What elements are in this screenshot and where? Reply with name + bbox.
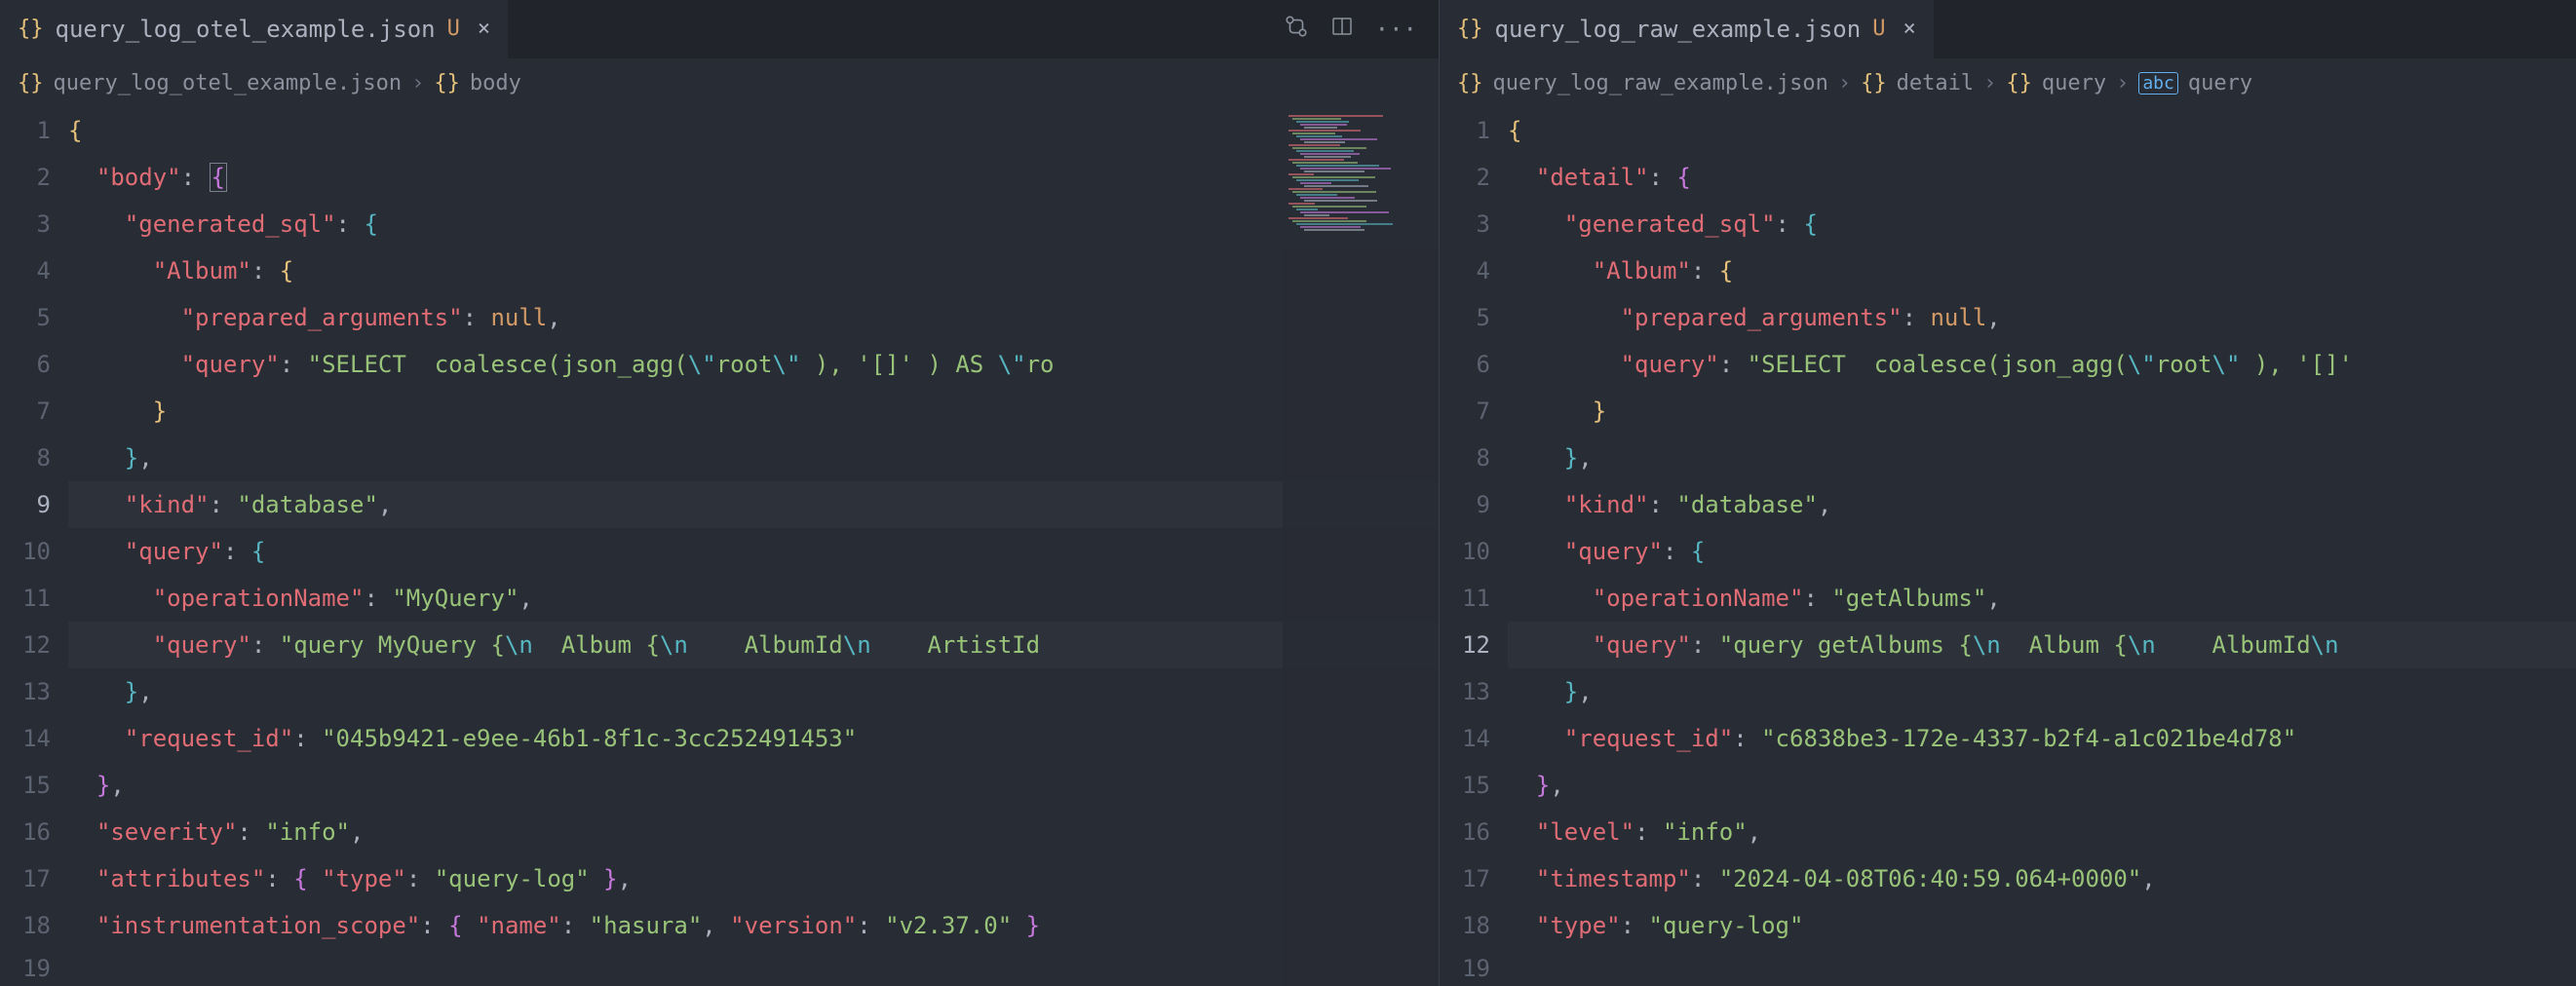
editor-toolbar: ··· <box>1284 14 1439 45</box>
tab-raw[interactable]: {} query_log_raw_example.json U × <box>1440 0 1934 58</box>
tab-label: query_log_raw_example.json <box>1495 16 1862 43</box>
editor-right[interactable]: 12345678910111213141516171819 { "detail"… <box>1440 107 2576 986</box>
editor-pane-left: {} query_log_otel_example.json U × ··· {… <box>0 0 1440 986</box>
breadcrumb-segment[interactable]: query <box>2188 71 2252 95</box>
json-icon: {} <box>1457 17 1483 41</box>
breadcrumb-segment[interactable]: body <box>470 71 521 95</box>
git-status-badge: U <box>447 17 460 41</box>
line-gutter: 12345678910111213141516171819 <box>0 107 68 986</box>
editor-left[interactable]: 12345678910111213141516171819 { "body": … <box>0 107 1439 986</box>
breadcrumb-segment[interactable]: detail <box>1897 71 1974 95</box>
chevron-right-icon: › <box>1838 71 1851 95</box>
line-gutter: 12345678910111213141516171819 <box>1440 107 1508 986</box>
breadcrumb-file[interactable]: query_log_otel_example.json <box>54 71 403 95</box>
tab-otel[interactable]: {} query_log_otel_example.json U × <box>0 0 508 58</box>
git-status-badge: U <box>1872 17 1885 41</box>
object-icon: {} <box>2006 71 2032 95</box>
compare-icon[interactable] <box>1284 14 1309 45</box>
object-icon: {} <box>434 71 460 95</box>
close-icon[interactable]: × <box>1903 17 1915 41</box>
chevron-right-icon: › <box>1983 71 1996 95</box>
split-container: {} query_log_otel_example.json U × ··· {… <box>0 0 2576 986</box>
code-content[interactable]: { "body": { "generated_sql": { "Album": … <box>68 107 1439 986</box>
object-icon: {} <box>1861 71 1887 95</box>
json-icon: {} <box>18 71 44 95</box>
tab-label: query_log_otel_example.json <box>56 16 436 43</box>
json-icon: {} <box>1457 71 1483 95</box>
chevron-right-icon: › <box>411 71 424 95</box>
breadcrumb-left[interactable]: {} query_log_otel_example.json › {} body <box>0 58 1439 107</box>
more-icon[interactable]: ··· <box>1375 16 1417 43</box>
chevron-right-icon: › <box>2116 71 2129 95</box>
split-icon[interactable] <box>1330 15 1354 44</box>
tab-bar-right: {} query_log_raw_example.json U × <box>1440 0 2576 58</box>
breadcrumb-file[interactable]: query_log_raw_example.json <box>1493 71 1828 95</box>
json-icon: {} <box>18 17 44 41</box>
close-icon[interactable]: × <box>478 17 490 41</box>
tab-bar-left: {} query_log_otel_example.json U × ··· <box>0 0 1439 58</box>
breadcrumb-right[interactable]: {} query_log_raw_example.json › {} detai… <box>1440 58 2576 107</box>
string-icon: abc <box>2138 72 2178 95</box>
breadcrumb-segment[interactable]: query <box>2042 71 2106 95</box>
minimap[interactable] <box>1283 107 1439 986</box>
editor-pane-right: {} query_log_raw_example.json U × {} que… <box>1440 0 2576 986</box>
code-content[interactable]: { "detail": { "generated_sql": { "Album"… <box>1508 107 2576 986</box>
